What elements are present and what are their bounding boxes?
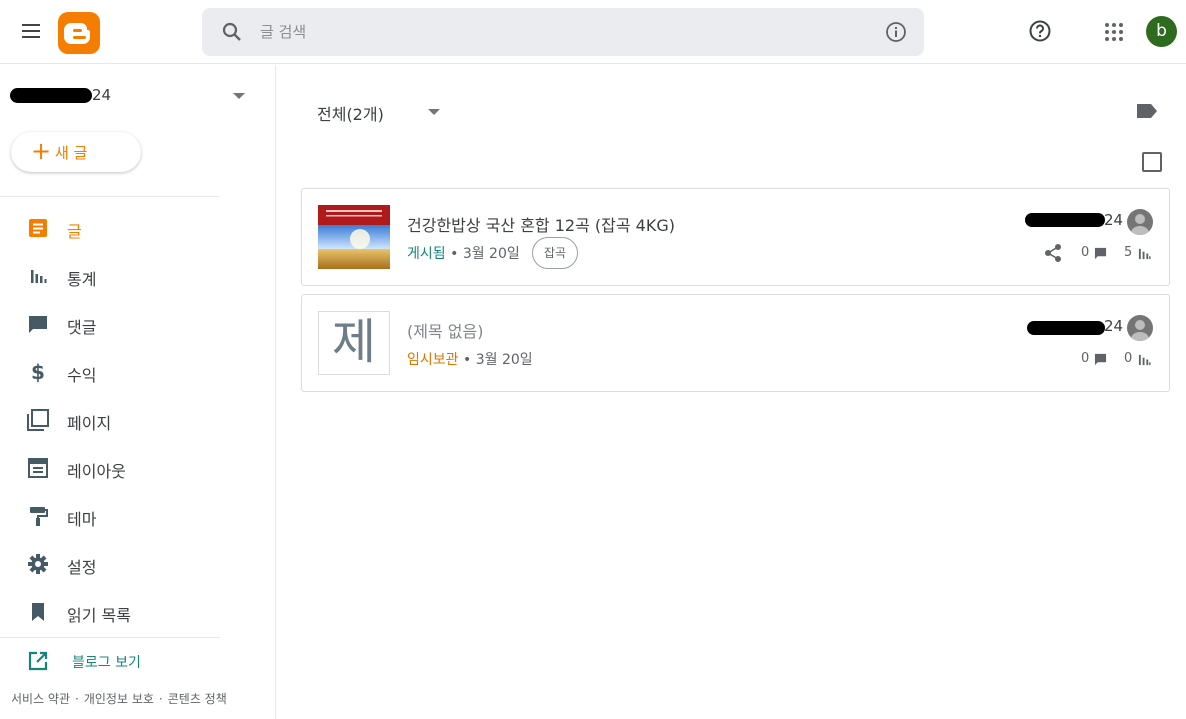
layout-icon xyxy=(28,458,48,478)
dollar-icon: $ xyxy=(31,360,45,384)
post-item[interactable]: 건강한밥상 국산 혼합 12곡 (잡곡 4KG) 게시됨 • 3월 20일 잡곡… xyxy=(301,188,1170,286)
nav-item-settings[interactable]: 설정 xyxy=(0,544,270,584)
post-date: 3월 20일 xyxy=(475,352,533,368)
view-count: 5 xyxy=(1124,245,1133,260)
nav-item-theme[interactable]: 테마 xyxy=(0,496,270,536)
menu-icon[interactable] xyxy=(19,20,43,44)
content-policy-link[interactable]: 콘텐츠 정책 xyxy=(168,692,227,706)
view-count: 0 xyxy=(1124,351,1133,366)
post-meta: 게시됨 • 3월 20일 xyxy=(407,246,520,262)
top-bar: b xyxy=(0,0,1186,64)
post-item[interactable]: 제 (제목 없음) 임시보관 • 3월 20일 24 0 0 xyxy=(301,294,1170,392)
nav-label: 페이지 xyxy=(67,414,112,433)
view-blog-label: 블로그 보기 xyxy=(72,655,141,671)
nav-label: 레이아웃 xyxy=(67,462,126,481)
pages-icon xyxy=(27,409,49,431)
search-icon[interactable] xyxy=(220,20,244,44)
divider xyxy=(0,196,220,197)
view-blog-link[interactable]: 블로그 보기 xyxy=(0,641,270,681)
post-filter-dropdown[interactable]: 전체(2개) xyxy=(317,101,447,125)
comment-icon xyxy=(1094,353,1107,366)
stats-icon xyxy=(31,270,47,283)
redacted-author-name xyxy=(1027,321,1105,335)
blog-name-suffix: 24 xyxy=(92,86,112,104)
nav-item-posts[interactable]: 글 xyxy=(0,208,270,248)
footer-links: 서비스 약관 · 개인정보 보호 · 콘텐츠 정책 xyxy=(11,692,227,706)
nav-label: 설정 xyxy=(67,558,97,577)
post-status: 임시보관 xyxy=(407,352,459,368)
comment-icon xyxy=(1094,247,1107,260)
new-post-label: 새 글 xyxy=(55,144,88,162)
search-bar xyxy=(202,8,924,56)
author-avatar xyxy=(1127,315,1153,341)
apps-grid-icon[interactable] xyxy=(1102,20,1126,44)
stats-icon xyxy=(1138,354,1151,366)
info-icon[interactable] xyxy=(885,21,907,43)
gear-icon xyxy=(28,554,48,574)
post-thumbnail-placeholder: 제 xyxy=(318,311,390,375)
nav-label: 통계 xyxy=(67,270,97,289)
posts-icon xyxy=(29,219,47,237)
filter-label: 전체(2개) xyxy=(317,105,384,124)
search-input[interactable] xyxy=(260,18,860,46)
bookmark-icon xyxy=(32,603,44,621)
comment-count: 0 xyxy=(1081,351,1090,366)
redacted-blog-name xyxy=(10,88,92,103)
nav-item-earnings[interactable]: $ 수익 xyxy=(0,352,270,392)
select-all-checkbox[interactable] xyxy=(1142,152,1162,172)
post-title[interactable]: (제목 없음) xyxy=(407,318,483,342)
post-title[interactable]: 건강한밥상 국산 혼합 12곡 (잡곡 4KG) xyxy=(407,212,675,236)
author-avatar xyxy=(1127,209,1153,235)
blog-selector[interactable]: 24 xyxy=(0,79,262,113)
nav-label: 수익 xyxy=(67,366,97,385)
stats-icon xyxy=(1138,248,1151,260)
terms-link[interactable]: 서비스 약관 xyxy=(11,692,70,706)
comment-count: 0 xyxy=(1081,245,1090,260)
paint-roller-icon xyxy=(30,507,48,526)
label-icon[interactable] xyxy=(1136,103,1158,119)
account-avatar[interactable]: b xyxy=(1146,16,1177,47)
label-chip[interactable]: 잡곡 xyxy=(532,237,579,269)
sidebar: 24 + 새 글 글 통계 댓글 $ 수익 페이지 레이아웃 테마 설정 읽기 … xyxy=(0,65,276,719)
nav-item-comments[interactable]: 댓글 xyxy=(0,304,270,344)
author-name-suffix: 24 xyxy=(1104,211,1124,229)
author-name-suffix: 24 xyxy=(1104,317,1124,335)
nav-item-stats[interactable]: 통계 xyxy=(0,256,270,296)
chevron-down-icon xyxy=(233,93,245,99)
post-meta: 임시보관 • 3월 20일 xyxy=(407,352,533,368)
chevron-down-icon xyxy=(428,109,440,115)
nav-item-pages[interactable]: 페이지 xyxy=(0,400,270,440)
divider xyxy=(0,637,220,638)
nav-label: 읽기 목록 xyxy=(67,606,131,625)
help-icon[interactable] xyxy=(1028,19,1052,43)
nav-item-layout[interactable]: 레이아웃 xyxy=(0,448,270,488)
post-date: 3월 20일 xyxy=(462,246,520,262)
post-thumbnail xyxy=(318,205,390,269)
privacy-link[interactable]: 개인정보 보호 xyxy=(84,692,154,706)
post-status: 게시됨 xyxy=(407,246,446,262)
nav-item-reading-list[interactable]: 읽기 목록 xyxy=(0,592,270,632)
open-in-new-icon xyxy=(28,651,48,671)
redacted-author-name xyxy=(1025,213,1105,227)
share-icon[interactable] xyxy=(1043,243,1063,263)
new-post-button[interactable]: + 새 글 xyxy=(11,132,141,172)
nav-label: 테마 xyxy=(67,510,97,529)
nav-label: 댓글 xyxy=(67,318,97,337)
plus-icon: + xyxy=(31,137,52,165)
blogger-logo-icon[interactable] xyxy=(58,12,100,54)
nav-label: 글 xyxy=(67,222,82,241)
comment-icon xyxy=(29,316,47,333)
